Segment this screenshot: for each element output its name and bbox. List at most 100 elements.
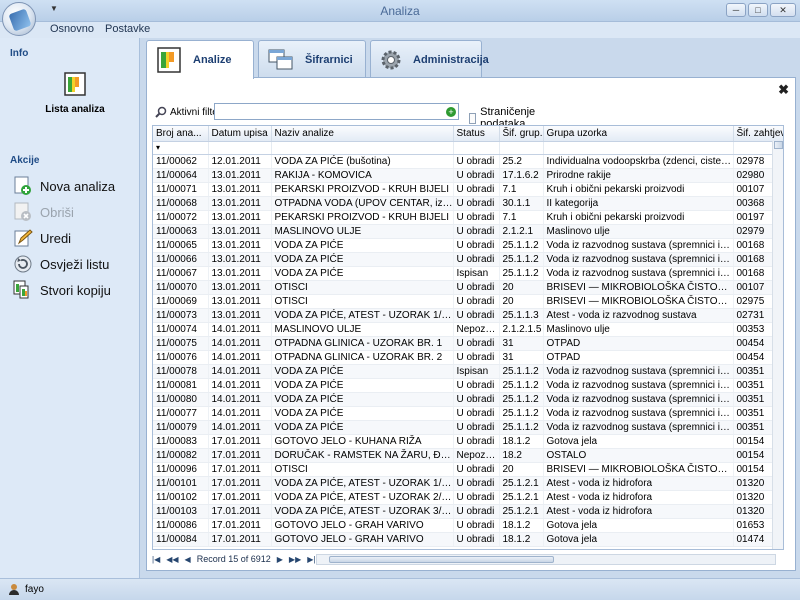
next-record-button[interactable]: ▶	[277, 555, 283, 564]
table-cell[interactable]: 12.01.2011	[208, 154, 272, 169]
table-cell[interactable]: 18.2	[499, 448, 544, 463]
table-cell[interactable]: 14.01.2011	[208, 322, 272, 337]
table-cell[interactable]: 11/00083	[153, 434, 209, 449]
table-cell[interactable]: 25.1.2.1	[499, 490, 544, 505]
table-cell[interactable]: OTISCI	[271, 462, 454, 477]
close-window-button[interactable]: ✕	[770, 3, 796, 17]
table-cell[interactable]: Kruh i obični pekarski proizvodi	[543, 182, 734, 197]
table-row[interactable]: 11/00068 13.01.2011 OTPADNA VODA (UPOV CEN…	[153, 196, 783, 211]
table-cell[interactable]: GOTOVO JELO - KUHANA RIŽA	[271, 434, 454, 449]
table-cell[interactable]: Nepoznato	[453, 448, 500, 463]
table-cell[interactable]: Gotova jela	[543, 518, 734, 533]
table-cell[interactable]: U obradi	[453, 532, 500, 547]
tab-sifrarnici[interactable]: Šifrarnici	[258, 40, 366, 78]
table-cell[interactable]: U obradi	[453, 280, 500, 295]
table-cell[interactable]: 17.01.2011	[208, 434, 272, 449]
table-cell[interactable]: Gotova jela	[543, 434, 734, 449]
table-cell[interactable]: 13.01.2011	[208, 252, 272, 267]
table-cell[interactable]: VODA ZA PIĆE	[271, 364, 454, 379]
table-cell[interactable]: Kruh i obični pekarski proizvodi	[543, 210, 734, 225]
table-cell[interactable]: 11/00103	[153, 504, 209, 519]
table-cell[interactable]: Voda iz razvodnog sustava (spremnici i m…	[543, 420, 734, 435]
filter-cell[interactable]	[271, 141, 454, 155]
table-row[interactable]: 11/00073 13.01.2011 VODA ZA PIĆE, ATEST - …	[153, 308, 783, 323]
table-cell[interactable]: BRISEVI — MIKROBIOLOŠKA ČISTOĆA U OBJEK.…	[543, 280, 734, 295]
table-row[interactable]: 11/00079 14.01.2011 VODA ZA PIĆE U obradi 25…	[153, 420, 783, 435]
table-cell[interactable]: 11/00065	[153, 238, 209, 253]
table-cell[interactable]: Voda iz razvodnog sustava (spremnici i m…	[543, 266, 734, 281]
table-cell[interactable]: 17.01.2011	[208, 490, 272, 505]
table-cell[interactable]: 11/00063	[153, 224, 209, 239]
filter-cell[interactable]	[499, 141, 544, 155]
table-cell[interactable]: 14.01.2011	[208, 406, 272, 421]
table-cell[interactable]: 14.01.2011	[208, 378, 272, 393]
col-grupa-uzorka[interactable]: Grupa uzorka	[543, 126, 734, 142]
table-cell[interactable]: U obradi	[453, 224, 500, 239]
table-cell[interactable]: Voda iz razvodnog sustava (spremnici i m…	[543, 238, 734, 253]
table-cell[interactable]: 17.01.2011	[208, 462, 272, 477]
table-cell[interactable]: U obradi	[453, 336, 500, 351]
table-cell[interactable]: 25.1.1.2	[499, 238, 544, 253]
filter-cell[interactable]	[543, 141, 734, 155]
table-row[interactable]: 11/00086 17.01.2011 GOTOVO JELO - GRAH VAR…	[153, 518, 783, 533]
table-cell[interactable]: Maslinovo ulje	[543, 224, 734, 239]
table-cell[interactable]: 2.1.2.1.5	[499, 322, 544, 337]
table-cell[interactable]: OTISCI	[271, 280, 454, 295]
table-cell[interactable]: Atest - voda iz hidrofora	[543, 490, 734, 505]
table-cell[interactable]: Voda iz razvodnog sustava (spremnici i m…	[543, 378, 734, 393]
table-cell[interactable]: 11/00067	[153, 266, 209, 281]
table-cell[interactable]: U obradi	[453, 434, 500, 449]
horizontal-scroll-thumb[interactable]	[329, 556, 554, 563]
table-cell[interactable]: 13.01.2011	[208, 280, 272, 295]
menu-postavke[interactable]: Postavke	[105, 23, 150, 35]
table-row[interactable]: 11/00064 13.01.2011 RAKIJA - KOMOVICA U obr…	[153, 168, 783, 183]
table-row[interactable]: 11/00075 14.01.2011 OTPADNA GLINICA - UZOR…	[153, 336, 783, 351]
table-cell[interactable]: MASLINOVO ULJE	[271, 322, 454, 337]
table-cell[interactable]: VODA ZA PIĆE	[271, 392, 454, 407]
filter-cell[interactable]	[453, 141, 500, 155]
table-cell[interactable]: DORUČAK - RAMSTEK NA ŽARU, ĐUVEĐ RIŽA...	[271, 448, 454, 463]
table-cell[interactable]: Voda iz razvodnog sustava (spremnici i m…	[543, 406, 734, 421]
table-cell[interactable]: OTPADNA GLINICA - UZORAK BR. 1	[271, 336, 454, 351]
table-cell[interactable]: VODA ZA PIĆE	[271, 238, 454, 253]
table-cell[interactable]: 11/00102	[153, 490, 209, 505]
application-menu-button[interactable]	[2, 2, 36, 36]
table-cell[interactable]: U obradi	[453, 252, 500, 267]
table-cell[interactable]: 13.01.2011	[208, 210, 272, 225]
table-cell[interactable]: 2.1.2.1	[499, 224, 544, 239]
table-row[interactable]: 11/00062 12.01.2011 VODA ZA PIĆE (bušotina…	[153, 154, 783, 169]
table-cell[interactable]: 11/00071	[153, 182, 209, 197]
table-cell[interactable]: Atest - voda iz hidrofora	[543, 504, 734, 519]
obrisi-button[interactable]: Obriši	[12, 200, 74, 224]
table-cell[interactable]: 14.01.2011	[208, 420, 272, 435]
table-row[interactable]: 11/00082 17.01.2011 DORUČAK - RAMSTEK NA Ž…	[153, 448, 783, 463]
table-cell[interactable]: 11/00101	[153, 476, 209, 491]
table-cell[interactable]: 17.01.2011	[208, 504, 272, 519]
table-cell[interactable]: U obradi	[453, 308, 500, 323]
table-cell[interactable]: Ispisan	[453, 364, 500, 379]
table-cell[interactable]: 17.1.6.2	[499, 168, 544, 183]
table-cell[interactable]: VODA ZA PIĆE (bušotina)	[271, 154, 454, 169]
table-cell[interactable]: 11/00068	[153, 196, 209, 211]
table-row[interactable]: 11/00070 13.01.2011 OTISCI U obradi 20 BRISEV…	[153, 280, 783, 295]
table-cell[interactable]: U obradi	[453, 168, 500, 183]
table-cell[interactable]: U obradi	[453, 294, 500, 309]
col-sif-grupe[interactable]: Šif. grup...	[499, 126, 544, 142]
table-cell[interactable]: 11/00077	[153, 406, 209, 421]
table-row[interactable]: 11/00072 13.01.2011 PEKARSKI PROIZVOD - KR…	[153, 210, 783, 225]
table-cell[interactable]: VODA ZA PIĆE, ATEST - UZORAK 3/3 - STAN …	[271, 504, 454, 519]
table-row[interactable]: 11/0007414.01.2011MASLINOVO ULJENepoznat…	[153, 322, 783, 337]
table-cell[interactable]: 11/00066	[153, 252, 209, 267]
table-cell[interactable]: VODA ZA PIĆE, ATEST - UZORAK 1/1 - SA SL…	[271, 308, 454, 323]
table-cell[interactable]: U obradi	[453, 476, 500, 491]
table-cell[interactable]: U obradi	[453, 406, 500, 421]
table-cell[interactable]: Gotova jela	[543, 532, 734, 547]
table-cell[interactable]: 11/00082	[153, 448, 209, 463]
osvjezi-listu-button[interactable]: Osvježi listu	[12, 252, 109, 276]
first-record-button[interactable]: |◀	[152, 555, 160, 564]
table-cell[interactable]: U obradi	[453, 350, 500, 365]
table-cell[interactable]: 25.1.1.2	[499, 266, 544, 281]
table-cell[interactable]: U obradi	[453, 154, 500, 169]
table-cell[interactable]: VODA ZA PIĆE	[271, 252, 454, 267]
table-cell[interactable]: OTPADNA GLINICA - UZORAK BR. 2	[271, 350, 454, 365]
